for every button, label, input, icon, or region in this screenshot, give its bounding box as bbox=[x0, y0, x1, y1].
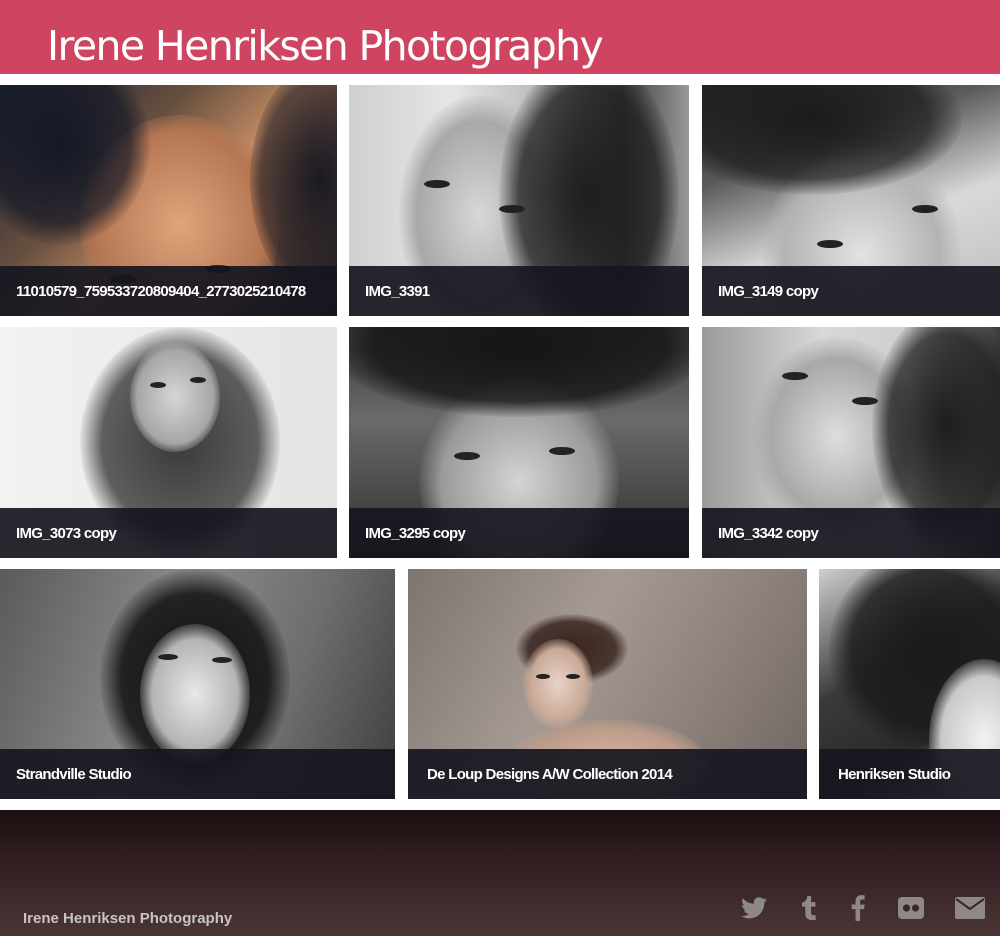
tumblr-icon[interactable] bbox=[799, 894, 819, 922]
gallery-tile[interactable]: IMG_3149 copy bbox=[702, 85, 1000, 316]
caption-bar: IMG_3073 copy bbox=[0, 508, 337, 558]
tile-caption[interactable]: IMG_3391 bbox=[365, 283, 430, 301]
tile-caption[interactable]: IMG_3295 copy bbox=[365, 525, 466, 543]
caption-bar: IMG_3391 bbox=[349, 266, 689, 316]
tile-caption[interactable]: De Loup Designs A/W Collection 2014 bbox=[427, 766, 673, 784]
footer-title: Irene Henriksen Photography bbox=[23, 910, 233, 927]
caption-bar: De Loup Designs A/W Collection 2014 bbox=[408, 749, 807, 799]
gallery-tile[interactable]: IMG_3073 copy bbox=[0, 327, 337, 558]
gallery-tile[interactable]: 11010579_759533720809404_2773025210478 bbox=[0, 85, 337, 316]
flickr-icon[interactable] bbox=[896, 894, 926, 922]
caption-bar: IMG_3295 copy bbox=[349, 508, 689, 558]
tile-caption[interactable]: 11010579_759533720809404_2773025210478 bbox=[16, 283, 306, 301]
site-header: Irene Henriksen Photography bbox=[0, 0, 1000, 74]
caption-bar: IMG_3342 copy bbox=[702, 508, 1000, 558]
twitter-icon[interactable] bbox=[740, 894, 768, 922]
tile-caption[interactable]: IMG_3149 copy bbox=[718, 283, 819, 301]
site-footer: Irene Henriksen Photography bbox=[0, 810, 1000, 936]
tile-caption[interactable]: Strandville Studio bbox=[16, 766, 132, 784]
site-title[interactable]: Irene Henriksen Photography bbox=[47, 26, 604, 67]
gallery-tile[interactable]: Henriksen Studio bbox=[819, 569, 1000, 799]
gallery-tile[interactable]: IMG_3391 bbox=[349, 85, 689, 316]
tile-caption[interactable]: IMG_3342 copy bbox=[718, 525, 819, 543]
tile-caption[interactable]: IMG_3073 copy bbox=[16, 525, 117, 543]
email-icon[interactable] bbox=[954, 894, 986, 922]
gallery-tile[interactable]: IMG_3342 copy bbox=[702, 327, 1000, 558]
gallery-tile[interactable]: De Loup Designs A/W Collection 2014 bbox=[408, 569, 807, 799]
caption-bar: Henriksen Studio bbox=[819, 749, 1000, 799]
gallery-tile[interactable]: Strandville Studio bbox=[0, 569, 395, 799]
gallery-tile[interactable]: IMG_3295 copy bbox=[349, 327, 689, 558]
tile-caption[interactable]: Henriksen Studio bbox=[838, 766, 951, 784]
caption-bar: 11010579_759533720809404_2773025210478 bbox=[0, 266, 337, 316]
caption-bar: IMG_3149 copy bbox=[702, 266, 1000, 316]
caption-bar: Strandville Studio bbox=[0, 749, 395, 799]
facebook-icon[interactable] bbox=[848, 894, 868, 922]
